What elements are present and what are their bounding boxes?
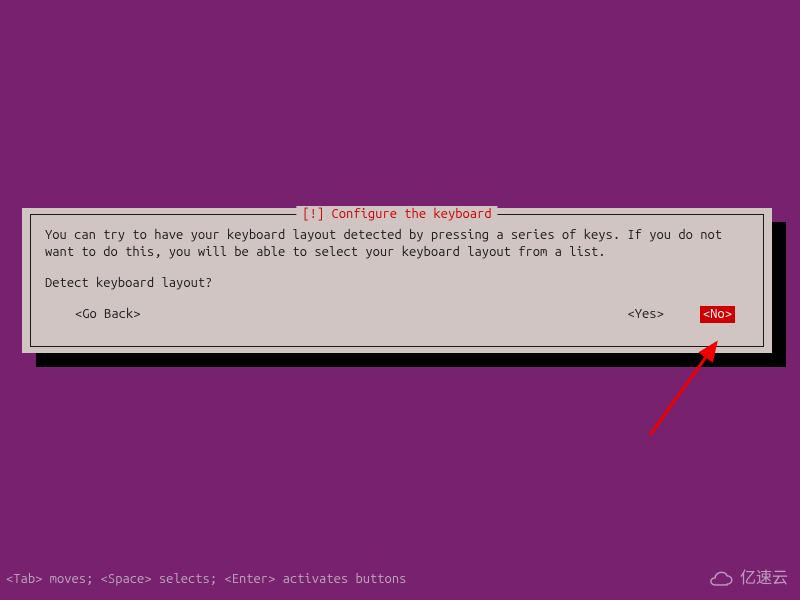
watermark: 亿速云 bbox=[706, 569, 788, 590]
go-back-button[interactable]: <Go Back> bbox=[75, 306, 141, 323]
cloud-icon bbox=[706, 571, 734, 589]
dialog-title: [!] Configure the keyboard bbox=[296, 206, 497, 223]
hint-bar: <Tab> moves; <Space> selects; <Enter> ac… bbox=[6, 571, 406, 588]
yes-button[interactable]: <Yes> bbox=[627, 306, 663, 323]
installer-dialog: [!] Configure the keyboard You can try t… bbox=[22, 208, 772, 353]
watermark-text: 亿速云 bbox=[740, 569, 788, 590]
dialog-body: You can try to have your keyboard layout… bbox=[45, 227, 749, 261]
dialog-frame: [!] Configure the keyboard You can try t… bbox=[30, 214, 764, 347]
dialog-prompt: Detect keyboard layout? bbox=[45, 275, 749, 292]
no-button[interactable]: <No> bbox=[700, 306, 735, 323]
button-row: <Go Back> <Yes> <No> bbox=[45, 306, 749, 323]
